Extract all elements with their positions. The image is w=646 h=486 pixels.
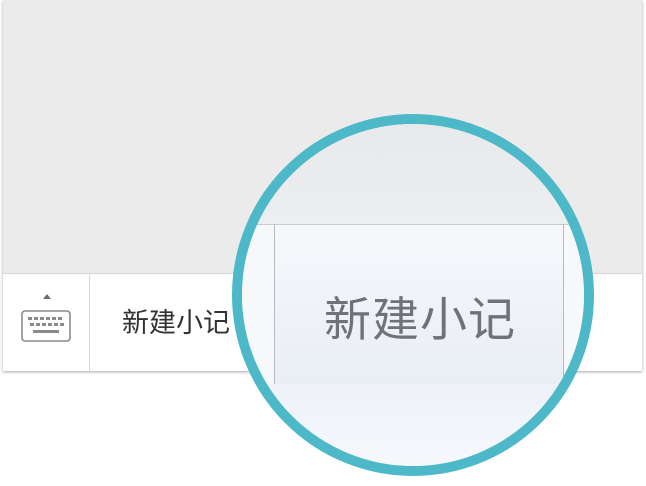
magnifier-lens: 新建小记 <box>232 114 594 476</box>
magnifier-panel-area <box>242 124 584 224</box>
magnifier-left-strip <box>242 224 274 384</box>
new-note-button[interactable]: 新建小记 <box>122 274 233 371</box>
magnifier-bottom-area <box>242 384 584 466</box>
magnified-new-note-label: 新建小记 <box>324 293 516 348</box>
keyboard-toggle-button[interactable] <box>3 274 90 371</box>
keyboard-icon <box>21 310 71 342</box>
caret-up-icon <box>43 294 51 299</box>
magnified-new-note-button: 新建小记 <box>274 224 564 384</box>
new-note-label: 新建小记 <box>122 308 230 339</box>
screenshot-stage: 新建小记 明 新建小记 <box>0 0 646 486</box>
